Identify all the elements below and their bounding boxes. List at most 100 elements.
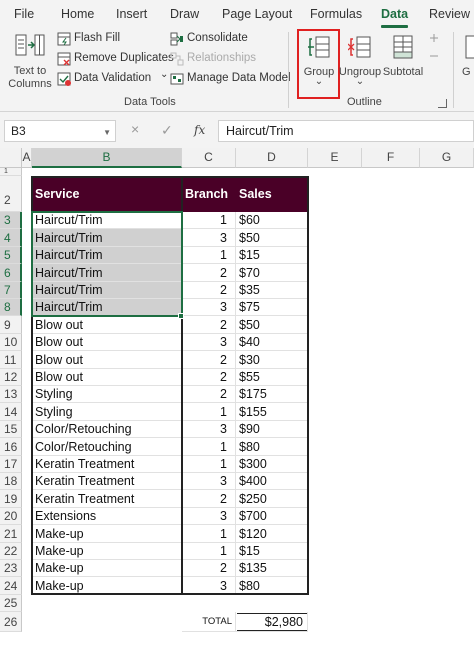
branch-cell[interactable]: 1 — [182, 456, 236, 473]
service-cell[interactable]: Styling — [32, 386, 182, 403]
subtotal-button[interactable]: Subtotal — [382, 32, 424, 94]
branch-cell[interactable]: 3 — [182, 508, 236, 525]
column-header-f[interactable]: F — [362, 148, 420, 168]
sales-cell[interactable]: $300 — [236, 456, 308, 473]
row-header[interactable]: 10 — [0, 334, 22, 351]
row-header-1[interactable]: 1 — [0, 168, 22, 176]
service-cell[interactable]: Make-up — [32, 525, 182, 543]
text-to-columns-button[interactable]: Text to Columns — [6, 30, 54, 92]
sales-cell[interactable]: $120 — [236, 525, 308, 543]
branch-cell[interactable]: 2 — [182, 369, 236, 386]
branch-cell[interactable]: 1 — [182, 247, 236, 264]
row-header[interactable]: 16 — [0, 438, 22, 456]
branch-cell[interactable]: 1 — [182, 403, 236, 421]
sales-cell[interactable]: $175 — [236, 386, 308, 403]
column-header-a[interactable]: A — [22, 148, 32, 168]
formula-input[interactable]: Haircut/Trim — [218, 120, 474, 142]
row-header[interactable]: 20 — [0, 508, 22, 525]
tab-file[interactable]: File — [14, 7, 34, 21]
service-cell[interactable]: Blow out — [32, 316, 182, 334]
sales-cell[interactable]: $700 — [236, 508, 308, 525]
branch-cell[interactable]: 3 — [182, 299, 236, 316]
service-cell[interactable]: Haircut/Trim — [32, 299, 182, 316]
sales-cell[interactable]: $80 — [236, 577, 308, 595]
branch-cell[interactable]: 1 — [182, 525, 236, 543]
branch-cell[interactable]: 2 — [182, 264, 236, 282]
row-header[interactable]: 5 — [0, 247, 22, 264]
service-cell[interactable]: Make-up — [32, 543, 182, 560]
row-header[interactable]: 14 — [0, 403, 22, 421]
service-cell[interactable]: Haircut/Trim — [32, 282, 182, 299]
enter-icon[interactable]: ✓ — [161, 122, 173, 139]
service-cell[interactable]: Color/Retouching — [32, 438, 182, 456]
fill-handle[interactable] — [178, 313, 184, 319]
sales-cell[interactable]: $155 — [236, 403, 308, 421]
sales-cell[interactable]: $15 — [236, 247, 308, 264]
row-header[interactable]: 22 — [0, 543, 22, 560]
service-cell[interactable]: Haircut/Trim — [32, 229, 182, 247]
row-header[interactable]: 19 — [0, 490, 22, 508]
row-header-25[interactable]: 25 — [0, 595, 22, 612]
tab-home[interactable]: Home — [61, 7, 94, 21]
ungroup-button[interactable]: Ungroup ⌄ — [338, 32, 382, 94]
sales-cell[interactable]: $30 — [236, 351, 308, 369]
branch-cell[interactable]: 2 — [182, 316, 236, 334]
row-header[interactable]: 15 — [0, 421, 22, 438]
show-hide-detail-icons[interactable] — [427, 32, 441, 74]
ungroup-chevron-down-icon[interactable]: ⌄ — [338, 76, 382, 87]
row-header[interactable]: 6 — [0, 264, 22, 282]
service-cell[interactable]: Haircut/Trim — [32, 247, 182, 264]
row-header[interactable]: 7 — [0, 282, 22, 299]
sales-cell[interactable]: $35 — [236, 282, 308, 299]
sales-cell[interactable]: $60 — [236, 212, 308, 229]
name-box-chevron-down-icon[interactable]: ▼ — [103, 128, 111, 137]
row-header[interactable]: 3 — [0, 212, 22, 229]
service-cell[interactable]: Blow out — [32, 351, 182, 369]
service-cell[interactable]: Make-up — [32, 577, 182, 595]
header-cell-sales[interactable]: Sales — [236, 176, 308, 212]
column-header-e[interactable]: E — [308, 148, 362, 168]
cancel-icon[interactable]: × — [131, 121, 139, 137]
tab-page-layout[interactable]: Page Layout — [222, 7, 292, 21]
row-header-26[interactable]: 26 — [0, 612, 22, 632]
tab-insert[interactable]: Insert — [116, 7, 147, 21]
total-value-cell[interactable]: $2,980 — [236, 612, 308, 632]
sales-cell[interactable]: $50 — [236, 316, 308, 334]
row-header[interactable]: 24 — [0, 577, 22, 595]
branch-cell[interactable]: 2 — [182, 351, 236, 369]
tab-draw[interactable]: Draw — [170, 7, 199, 21]
truncated-ribbon-button[interactable]: G — [460, 32, 474, 94]
tab-formulas[interactable]: Formulas — [310, 7, 362, 21]
group-button[interactable]: Group ⌄ — [299, 32, 339, 94]
service-cell[interactable]: Haircut/Trim — [32, 212, 182, 229]
group-chevron-down-icon[interactable]: ⌄ — [299, 76, 339, 87]
insert-function-icon[interactable]: fx — [194, 123, 205, 137]
worksheet-grid[interactable]: A B C D E F G 1 2 Service Branch Sales 3… — [0, 148, 474, 649]
header-cell-service[interactable]: Service — [32, 176, 182, 212]
select-all-corner[interactable] — [0, 148, 22, 168]
row-header[interactable]: 8 — [0, 299, 22, 316]
row-header[interactable]: 9 — [0, 316, 22, 334]
column-header-d[interactable]: D — [236, 148, 308, 168]
service-cell[interactable]: Blow out — [32, 369, 182, 386]
row-header-2[interactable]: 2 — [0, 176, 22, 212]
service-cell[interactable]: Keratin Treatment — [32, 456, 182, 473]
sales-cell[interactable]: $15 — [236, 543, 308, 560]
branch-cell[interactable]: 3 — [182, 229, 236, 247]
row-header[interactable]: 4 — [0, 229, 22, 247]
row-header[interactable]: 18 — [0, 473, 22, 490]
branch-cell[interactable]: 3 — [182, 473, 236, 490]
column-header-g[interactable]: G — [420, 148, 474, 168]
service-cell[interactable]: Keratin Treatment — [32, 473, 182, 490]
branch-cell[interactable]: 1 — [182, 212, 236, 229]
service-cell[interactable]: Keratin Treatment — [32, 490, 182, 508]
column-header-c[interactable]: C — [182, 148, 236, 168]
service-cell[interactable]: Extensions — [32, 508, 182, 525]
header-cell-branch[interactable]: Branch — [182, 176, 236, 212]
branch-cell[interactable]: 3 — [182, 577, 236, 595]
row-header[interactable]: 11 — [0, 351, 22, 369]
sales-cell[interactable]: $75 — [236, 299, 308, 316]
row-header[interactable]: 13 — [0, 386, 22, 403]
service-cell[interactable]: Haircut/Trim — [32, 264, 182, 282]
branch-cell[interactable]: 3 — [182, 421, 236, 438]
